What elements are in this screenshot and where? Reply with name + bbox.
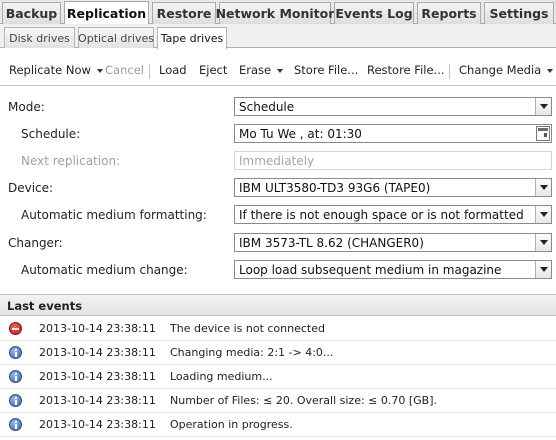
subtab-tape-drives[interactable]: Tape drives <box>157 27 227 49</box>
event-row: 2013-10-14 23:38:11 Operation in progres… <box>0 413 556 437</box>
changer-label: Changer: <box>8 236 63 250</box>
event-message: The device is not connected <box>170 322 325 335</box>
event-time: 2013-10-14 23:38:11 <box>39 346 156 359</box>
chevron-down-icon[interactable] <box>535 179 551 196</box>
tab-reports[interactable]: Reports <box>417 2 481 24</box>
calendar-icon[interactable] <box>536 126 550 141</box>
replicate-now-label: Replicate Now <box>9 63 91 77</box>
changer-value: IBM 3573-TL 8.62 (CHANGER0) <box>239 236 424 250</box>
subtab-optical-drives[interactable]: Optical drives <box>78 27 154 48</box>
event-row: 2013-10-14 23:38:11 Changing media: 2:1 … <box>0 341 556 365</box>
event-time: 2013-10-14 23:38:11 <box>39 322 156 335</box>
event-row: 2013-10-14 23:38:11 Loading medium... <box>0 365 556 389</box>
info-icon <box>9 418 22 431</box>
toolbar-divider <box>149 64 150 79</box>
erase-button[interactable]: Erase <box>239 63 284 77</box>
next-replication-label: Next replication: <box>21 154 121 168</box>
main-tab-bar: Backup Replication Restore Network Monit… <box>0 0 556 25</box>
toolbar: Replicate Now Cancel Load Eject Erase St… <box>0 56 556 86</box>
tab-backup[interactable]: Backup <box>2 2 61 24</box>
next-replication-field: Immediately <box>234 151 552 170</box>
formatting-value: If there is not enough space or is not f… <box>239 208 524 222</box>
info-icon <box>9 394 22 407</box>
erase-label: Erase <box>239 63 272 77</box>
next-replication-placeholder: Immediately <box>239 154 315 168</box>
schedule-field[interactable]: Mo Tu We , at: 01:30 <box>234 124 552 143</box>
sub-tab-bar: Disk drives Optical drives Tape drives <box>0 24 556 49</box>
toolbar-divider <box>449 64 450 79</box>
device-select[interactable]: IBM ULT3580-TD3 93G6 (TAPE0) <box>234 178 552 197</box>
load-button[interactable]: Load <box>159 63 187 77</box>
change-media-button[interactable]: Change Media <box>459 63 554 77</box>
info-icon <box>9 370 22 383</box>
chevron-down-icon <box>277 68 284 73</box>
formatting-label: Automatic medium formatting: <box>21 208 207 222</box>
store-file-button[interactable]: Store File... <box>294 63 358 77</box>
device-value: IBM ULT3580-TD3 93G6 (TAPE0) <box>239 181 431 195</box>
event-message: Changing media: 2:1 -> 4:0... <box>170 346 334 359</box>
changer-select[interactable]: IBM 3573-TL 8.62 (CHANGER0) <box>234 233 552 252</box>
event-row: 2013-10-14 23:38:11 Number of Files: ≤ 2… <box>0 389 556 413</box>
chevron-down-icon <box>547 68 554 73</box>
tab-restore[interactable]: Restore <box>152 2 216 24</box>
mode-select[interactable]: Schedule <box>234 97 552 116</box>
chevron-down-icon[interactable] <box>535 261 551 278</box>
medium-change-select[interactable]: Loop load subsequent medium in magazine <box>234 260 552 279</box>
event-time: 2013-10-14 23:38:11 <box>39 394 156 407</box>
cancel-button[interactable]: Cancel <box>105 63 144 77</box>
medium-change-value: Loop load subsequent medium in magazine <box>239 263 502 277</box>
chevron-down-icon[interactable] <box>535 206 551 223</box>
mode-value: Schedule <box>239 100 295 114</box>
info-icon <box>9 346 22 359</box>
chevron-down-icon[interactable] <box>535 234 551 251</box>
chevron-down-icon[interactable] <box>535 98 551 115</box>
device-label: Device: <box>8 181 54 195</box>
events-header: Last events <box>0 294 556 316</box>
restore-file-button[interactable]: Restore File... <box>367 63 445 77</box>
tab-network-monitor[interactable]: Network Monitor <box>216 2 334 24</box>
schedule-label: Schedule: <box>21 127 81 141</box>
event-message: Loading medium... <box>170 370 273 383</box>
event-row: 2013-10-14 23:38:11 The device is not co… <box>0 317 556 341</box>
event-time: 2013-10-14 23:38:11 <box>39 418 156 431</box>
tab-settings[interactable]: Settings <box>484 2 554 24</box>
eject-button[interactable]: Eject <box>199 63 227 77</box>
event-message: Number of Files: ≤ 20. Overall size: ≤ 0… <box>170 394 438 407</box>
event-message: Operation in progress. <box>170 418 293 431</box>
medium-change-label: Automatic medium change: <box>21 263 188 277</box>
events-title: Last events <box>7 299 83 313</box>
formatting-select[interactable]: If there is not enough space or is not f… <box>234 205 552 224</box>
tab-events-log[interactable]: Events Log <box>334 2 414 24</box>
event-time: 2013-10-14 23:38:11 <box>39 370 156 383</box>
change-media-label: Change Media <box>459 63 542 77</box>
subtab-disk-drives[interactable]: Disk drives <box>4 27 75 48</box>
schedule-value: Mo Tu We , at: 01:30 <box>239 127 362 141</box>
tab-replication[interactable]: Replication <box>64 1 149 25</box>
replicate-now-button[interactable]: Replicate Now <box>9 63 103 77</box>
mode-label: Mode: <box>8 100 45 114</box>
chevron-down-icon <box>96 68 103 73</box>
error-icon <box>9 322 22 335</box>
